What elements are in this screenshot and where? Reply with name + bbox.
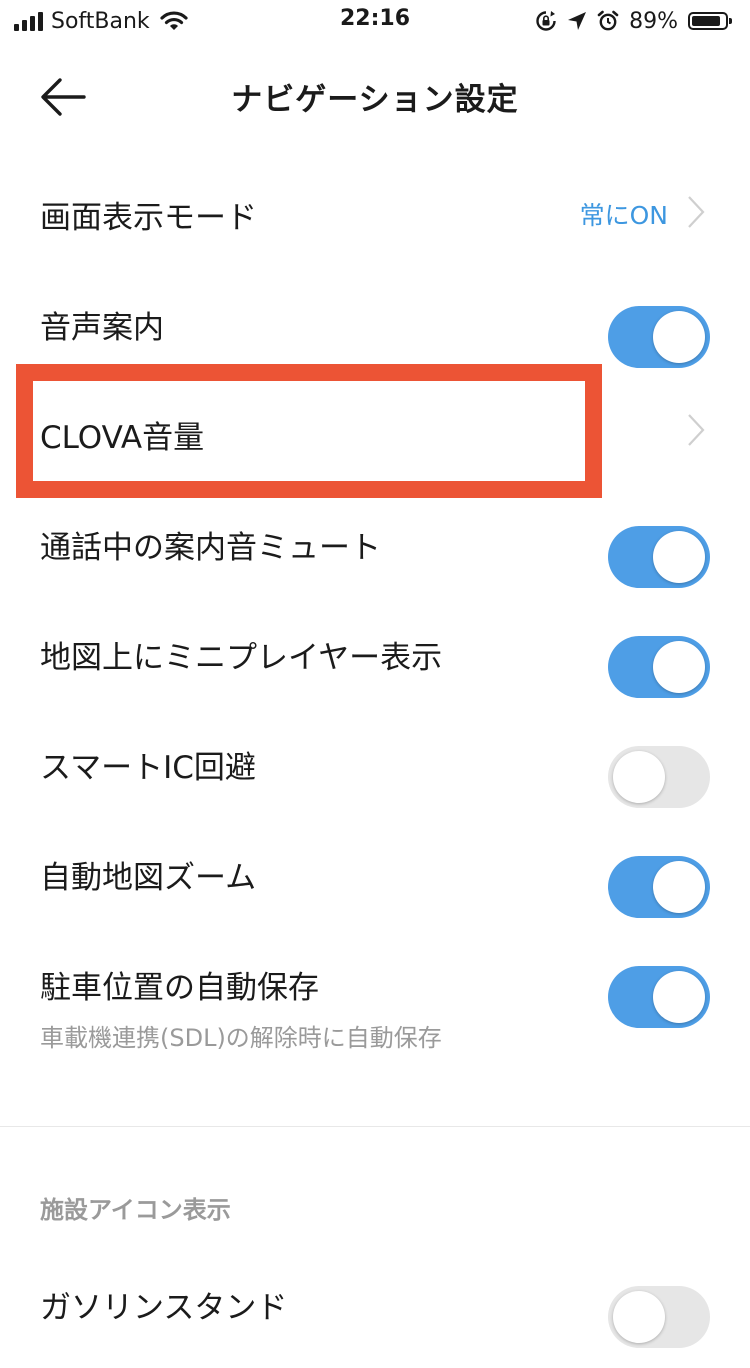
page-title: ナビゲーション設定 xyxy=(231,82,519,118)
toggle-knob xyxy=(653,311,705,363)
parking-save-toggle[interactable] xyxy=(608,966,710,1028)
auto-zoom-label: 自動地図ズーム xyxy=(40,860,257,896)
parking-save-sublabel: 車載機連携(SDL)の解除時に自動保存 xyxy=(40,1024,442,1052)
auto-zoom-toggle[interactable] xyxy=(608,856,710,918)
battery-icon xyxy=(688,12,732,30)
status-right: 89% xyxy=(535,6,732,36)
row-smart-ic: スマートIC回避 xyxy=(0,728,750,828)
toggle-knob xyxy=(653,861,705,913)
mute-during-call-toggle[interactable] xyxy=(608,526,710,588)
highlight-box xyxy=(16,364,602,498)
row-display-mode[interactable]: 画面表示モード 常にON xyxy=(0,160,750,260)
toggle-knob xyxy=(613,751,665,803)
toggle-knob xyxy=(613,1291,665,1343)
section-divider xyxy=(0,1126,750,1127)
toggle-knob xyxy=(653,641,705,693)
row-parking-save: 駐車位置の自動保存 車載機連携(SDL)の解除時に自動保存 xyxy=(0,948,750,1058)
row-mute-during-call: 通話中の案内音ミュート xyxy=(0,508,750,608)
display-mode-label: 画面表示モード xyxy=(40,200,257,236)
display-mode-value: 常にON xyxy=(579,201,668,230)
status-bar: SoftBank 22:16 89% xyxy=(0,0,750,40)
toggle-knob xyxy=(653,531,705,583)
row-mini-player: 地図上にミニプレイヤー表示 xyxy=(0,618,750,718)
voice-guidance-toggle[interactable] xyxy=(608,306,710,368)
chevron-right-icon xyxy=(688,196,705,228)
battery-percent: 89% xyxy=(629,8,678,34)
gas-station-label: ガソリンスタンド xyxy=(40,1290,288,1326)
gas-station-toggle[interactable] xyxy=(608,1286,710,1348)
voice-guidance-label: 音声案内 xyxy=(40,310,164,346)
mute-during-call-label: 通話中の案内音ミュート xyxy=(40,530,381,566)
toggle-knob xyxy=(653,971,705,1023)
rotation-lock-icon xyxy=(536,11,556,31)
mini-player-toggle[interactable] xyxy=(608,636,710,698)
mini-player-label: 地図上にミニプレイヤー表示 xyxy=(40,640,443,676)
row-auto-zoom: 自動地図ズーム xyxy=(0,838,750,938)
location-arrow-icon xyxy=(568,12,587,30)
smart-ic-label: スマートIC回避 xyxy=(40,750,256,786)
facility-section-header: 施設アイコン表示 xyxy=(40,1196,231,1224)
alarm-icon xyxy=(597,10,619,31)
battery-fill xyxy=(692,16,721,26)
smart-ic-toggle[interactable] xyxy=(608,746,710,808)
row-gas-station: ガソリンスタンド xyxy=(0,1268,750,1368)
chevron-right-icon xyxy=(688,414,705,446)
parking-save-label: 駐車位置の自動保存 xyxy=(40,970,319,1006)
